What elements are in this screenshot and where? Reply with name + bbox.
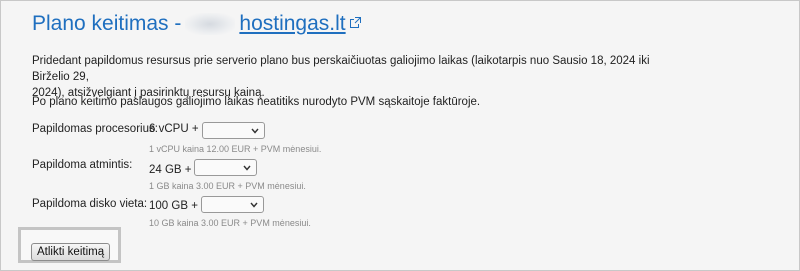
cpu-row: Papildomas procesorius: xyxy=(32,123,158,135)
intro-line-1: Pridedant papildomus resursus prie serve… xyxy=(32,55,650,83)
ram-select[interactable] xyxy=(194,159,257,176)
ram-label: Papildoma atmintis: xyxy=(32,159,133,171)
ram-current-value: 24 GB + xyxy=(149,164,192,176)
disk-row: Papildoma disko vieta: xyxy=(32,198,147,210)
chevron-down-icon xyxy=(250,202,258,208)
chevron-down-icon xyxy=(243,165,251,171)
disk-label: Papildoma disko vieta: xyxy=(32,198,148,210)
page-title: Plano keitimas - hostingas.lt xyxy=(32,12,361,36)
domain-link[interactable]: hostingas.lt xyxy=(239,12,345,35)
page-title-prefix: Plano keitimas - xyxy=(32,12,182,35)
disk-current-value: 100 GB + xyxy=(149,200,198,212)
ram-row: Papildoma atmintis: xyxy=(32,159,132,171)
page-frame: Plano keitimas - hostingas.lt Pridedant p… xyxy=(0,0,800,271)
redacted-domain xyxy=(185,13,236,36)
disk-select[interactable] xyxy=(201,196,264,213)
chevron-down-icon xyxy=(251,128,259,134)
disk-price-hint: 10 GB kaina 3.00 EUR + PVM mėnesiui. xyxy=(149,218,311,228)
cpu-select[interactable] xyxy=(202,122,265,139)
cpu-current-value: 6 vCPU + xyxy=(149,123,199,135)
cpu-label: Papildomas procesorius: xyxy=(32,123,158,135)
external-link-icon[interactable] xyxy=(349,17,361,28)
submit-button[interactable]: Atlikti keitimą xyxy=(31,243,111,261)
ram-price-hint: 1 GB kaina 3.00 EUR + PVM mėnesiui. xyxy=(149,181,306,191)
cpu-price-hint: 1 vCPU kaina 12.00 EUR + PVM mėnesiui. xyxy=(149,144,322,154)
invoice-note: Po plano keitimo paslaugos galiojimo lai… xyxy=(32,96,481,108)
